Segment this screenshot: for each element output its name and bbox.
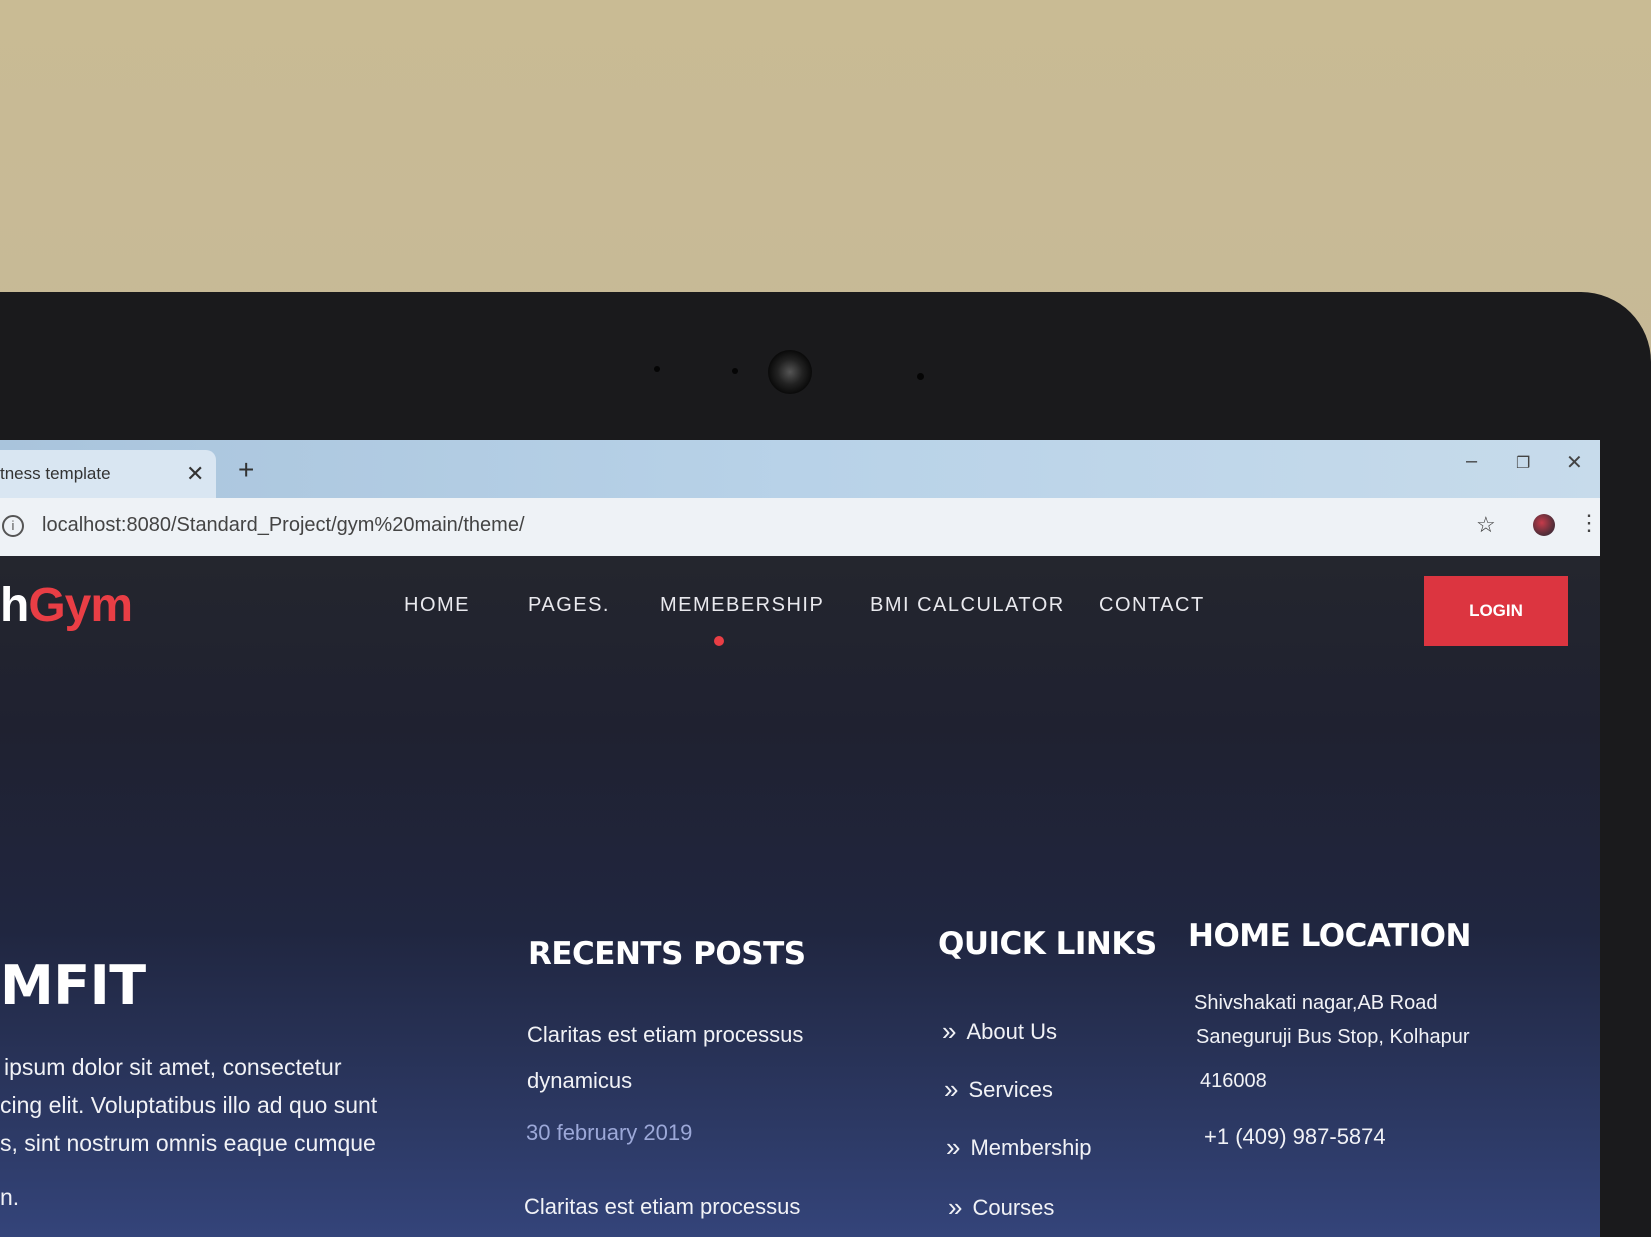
quick-link-services[interactable]: » Services bbox=[944, 1074, 1053, 1105]
post1-title-line2[interactable]: dynamicus bbox=[527, 1068, 632, 1094]
post1-date: 30 february 2019 bbox=[526, 1120, 693, 1145]
address-bar: i localhost:8080/Standard_Project/gym%20… bbox=[0, 498, 1600, 556]
tab-title: tness template bbox=[0, 464, 111, 483]
about-text-line3: s, sint nostrum omnis eaque cumque bbox=[0, 1130, 376, 1156]
home-location-heading: HOME LOCATION bbox=[1188, 918, 1471, 954]
footer-brand: MFIT bbox=[0, 954, 146, 1017]
quick-link-about[interactable]: » About Us bbox=[942, 1016, 1057, 1047]
recent-posts-heading: RECENTS POSTS bbox=[528, 936, 806, 972]
nav-pages[interactable]: PAGES. bbox=[528, 594, 610, 617]
browser-menu-icon[interactable]: ⋮ bbox=[1578, 510, 1600, 536]
nav-contact[interactable]: CONTACT bbox=[1099, 594, 1205, 617]
laptop-screen: tness template ✕ + – ❐ ✕ i localhost:808… bbox=[0, 440, 1600, 1237]
post1-title-line1[interactable]: Claritas est etiam processus bbox=[527, 1022, 803, 1048]
address-line2: Saneguruji Bus Stop, Kolhapur bbox=[1196, 1026, 1470, 1048]
nav-home[interactable]: HOME bbox=[404, 594, 470, 617]
sensor-dot-left bbox=[654, 366, 660, 372]
url-field[interactable]: localhost:8080/Standard_Project/gym%20ma… bbox=[42, 514, 525, 537]
about-text-line4: n. bbox=[0, 1184, 20, 1210]
new-tab-icon[interactable]: + bbox=[238, 454, 254, 486]
quick-link-label: Membership bbox=[970, 1134, 1092, 1160]
phone-number[interactable]: +1 (409) 987-5874 bbox=[1204, 1124, 1386, 1150]
webcam-icon bbox=[768, 350, 812, 394]
about-text-line1: ipsum dolor sit amet, consectetur bbox=[4, 1054, 342, 1080]
quick-link-label: Courses bbox=[972, 1194, 1055, 1220]
quick-link-label: Services bbox=[968, 1076, 1053, 1102]
website-page: hGym HOME PAGES. MEMEBERSHIP BMI CALCULA… bbox=[0, 556, 1600, 1237]
sensor-dot-mid bbox=[732, 368, 738, 374]
post2-title-line1[interactable]: Claritas est etiam processus bbox=[524, 1194, 800, 1220]
logo-prefix: h bbox=[0, 579, 29, 632]
minimize-icon[interactable]: – bbox=[1466, 450, 1477, 473]
chevron-right-icon: » bbox=[946, 1132, 961, 1162]
profile-avatar-icon[interactable] bbox=[1533, 514, 1555, 536]
login-button[interactable]: LOGIN bbox=[1424, 576, 1568, 646]
nav-membership[interactable]: MEMEBERSHIP bbox=[660, 594, 824, 617]
site-logo[interactable]: hGym bbox=[0, 578, 133, 633]
about-text-line2: cing elit. Voluptatibus illo ad quo sunt bbox=[0, 1092, 378, 1118]
site-info-icon[interactable]: i bbox=[2, 515, 24, 537]
quick-link-membership[interactable]: » Membership bbox=[946, 1132, 1092, 1163]
restore-icon[interactable]: ❐ bbox=[1516, 453, 1530, 473]
active-nav-indicator bbox=[714, 636, 724, 646]
browser-tab[interactable]: tness template ✕ bbox=[0, 450, 216, 498]
chevron-right-icon: » bbox=[948, 1192, 963, 1222]
chevron-right-icon: » bbox=[942, 1016, 957, 1046]
browser-tabstrip: tness template ✕ + – ❐ ✕ bbox=[0, 440, 1600, 498]
quick-link-courses[interactable]: » Courses bbox=[948, 1192, 1054, 1223]
quick-links-heading: QUICK LINKS bbox=[938, 926, 1157, 962]
nav-bmi-calculator[interactable]: BMI CALCULATOR bbox=[870, 594, 1065, 617]
tab-close-icon[interactable]: ✕ bbox=[186, 461, 204, 487]
logo-main: Gym bbox=[28, 579, 133, 632]
address-line1: Shivshakati nagar,AB Road bbox=[1194, 992, 1438, 1014]
chevron-right-icon: » bbox=[944, 1074, 959, 1104]
window-close-icon[interactable]: ✕ bbox=[1566, 450, 1583, 475]
address-line3: 416008 bbox=[1200, 1070, 1267, 1092]
quick-link-label: About Us bbox=[966, 1018, 1057, 1044]
sensor-dot-right bbox=[917, 373, 924, 380]
bookmark-star-icon[interactable]: ☆ bbox=[1476, 512, 1496, 538]
